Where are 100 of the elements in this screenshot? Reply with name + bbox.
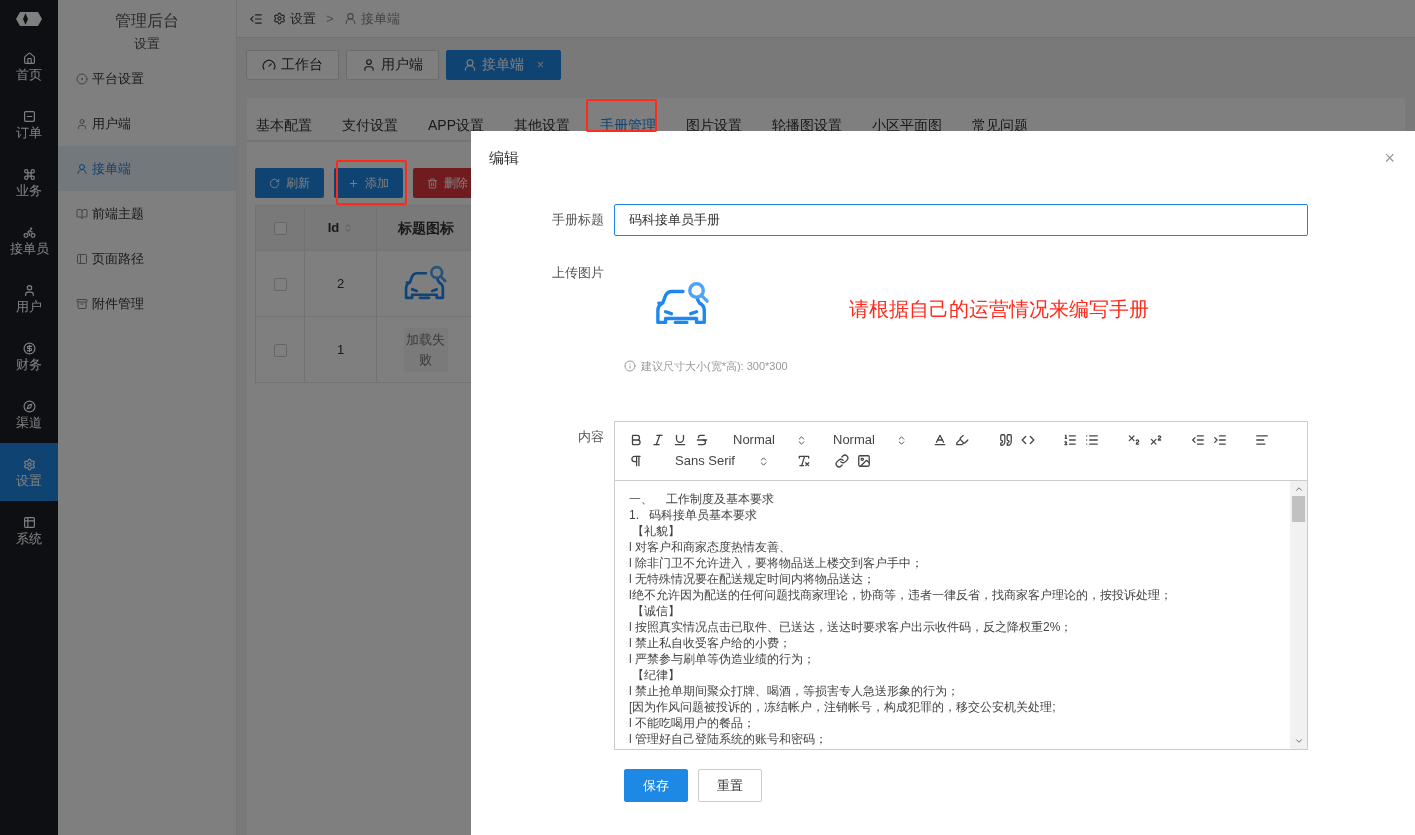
user-icon bbox=[362, 57, 376, 72]
nav-item[interactable]: 系统 bbox=[0, 501, 58, 559]
archive-icon bbox=[76, 297, 88, 310]
settings-icon bbox=[22, 457, 36, 471]
editor-line: l 禁止私自收受客户给的小费； bbox=[629, 635, 792, 651]
editor-line: l 按照真实情况点击已取件、已送达，送达时要求客户出示收件码，反之降权重2%； bbox=[629, 619, 1074, 635]
highlight-frame bbox=[586, 99, 657, 132]
editor-line: 【礼貌】 bbox=[631, 523, 682, 539]
editor-line: l 禁止抢单期间聚众打牌、喝酒，等损害专人急送形象的行为； bbox=[629, 683, 960, 699]
column-header[interactable]: Id bbox=[327, 218, 340, 238]
editor-line: l绝不允许因为配送的任何问题找商家理论，协商等，违者一律反省，找商家客户理论的，按投诉处理； bbox=[629, 587, 1173, 603]
field-label: 手册标题 bbox=[551, 211, 605, 230]
gauge-icon bbox=[262, 57, 276, 72]
sidebar-item[interactable]: 附件管理 bbox=[58, 281, 236, 327]
hint-text: 建议尺寸大小(宽*高): 300*300 bbox=[641, 358, 788, 374]
editor-line: l 不能吃喝用户的餐品； bbox=[629, 715, 756, 731]
refresh-icon bbox=[269, 177, 280, 189]
info-icon bbox=[624, 359, 636, 372]
page-tab[interactable]: 接单端 × bbox=[446, 49, 561, 80]
title-field[interactable]: 码科接单员手册 bbox=[614, 204, 1308, 236]
table-cell: 1 bbox=[304, 316, 377, 383]
scroll-down-icon[interactable] bbox=[1293, 736, 1304, 746]
sidebar-item[interactable]: 页面路径 bbox=[58, 236, 236, 282]
target-icon bbox=[76, 72, 88, 85]
nav-item[interactable]: 首页 bbox=[0, 37, 58, 95]
field-label: 内容 bbox=[577, 428, 605, 446]
breadcrumb-separator: > bbox=[326, 9, 334, 28]
nav-item[interactable]: 业务 bbox=[0, 153, 58, 211]
scroll-up-icon[interactable] bbox=[1293, 484, 1304, 494]
sidebar-item[interactable]: 前端主题 bbox=[58, 191, 236, 237]
note-text: 请根据自己的运营情况来编写手册 bbox=[849, 296, 1149, 322]
sidebar-item[interactable]: 平台设置 bbox=[58, 56, 236, 102]
checkbox[interactable] bbox=[273, 343, 287, 357]
refresh-button[interactable]: 刷新 bbox=[255, 168, 324, 198]
breadcrumb-item: 接单端 bbox=[360, 9, 400, 28]
editor-line: l 严禁参与刷单等伪造业绩的行为； bbox=[629, 651, 816, 667]
scrollbar-thumb[interactable] bbox=[1292, 496, 1305, 522]
user-icon bbox=[463, 57, 477, 72]
nav-item[interactable]: 用户 bbox=[0, 269, 58, 327]
sidebar-item[interactable]: 接单端 bbox=[58, 146, 236, 192]
settings-tab[interactable]: 支付设置 bbox=[333, 110, 407, 140]
dialog-title: 编辑 bbox=[489, 147, 519, 168]
editor-line: l 除非门卫不允许进入，要将物品送上楼交到客户手中； bbox=[629, 555, 924, 571]
editor-line: 【纪律】 bbox=[631, 667, 682, 683]
sidebar-title: 管理后台 bbox=[114, 11, 180, 31]
editor-line: 一、 工作制度及基本要求 bbox=[629, 491, 776, 507]
nav-item[interactable]: 订单 bbox=[0, 95, 58, 153]
editor-line: l 对客户和商家态度热情友善、 bbox=[629, 539, 792, 555]
book-icon bbox=[76, 207, 88, 220]
settings-icon bbox=[273, 12, 286, 25]
sidebar-subtitle: 设置 bbox=[133, 36, 161, 53]
format-picker[interactable]: Normal bbox=[725, 430, 815, 450]
editor-line: l 无特殊情况要在配送规定时间内将物品送达； bbox=[629, 571, 876, 587]
trash-icon bbox=[427, 177, 438, 189]
field-label: 上传图片 bbox=[551, 264, 605, 282]
updown-icon bbox=[796, 434, 807, 446]
nav-item[interactable]: 设置 bbox=[0, 443, 58, 501]
checkbox[interactable] bbox=[273, 222, 287, 236]
nav-item[interactable]: 渠道 bbox=[0, 385, 58, 443]
editor-line: [因为作风问题被投诉的，冻结帐户，注销帐号，构成犯罪的，移交公安机关处理; bbox=[629, 699, 1057, 715]
load-failed-text: 加载失败 bbox=[405, 330, 446, 369]
highlight-frame bbox=[336, 160, 407, 205]
settings-tab[interactable]: APP设置 bbox=[419, 110, 493, 140]
reset-button[interactable]: 重置 bbox=[698, 769, 762, 802]
user-icon bbox=[76, 117, 88, 130]
save-button[interactable]: 保存 bbox=[624, 769, 688, 802]
plus-icon bbox=[348, 177, 359, 189]
command-icon bbox=[22, 167, 36, 181]
compass-icon bbox=[22, 399, 36, 413]
format-picker[interactable]: Normal bbox=[825, 430, 915, 450]
settings-tab[interactable]: 基本配置 bbox=[247, 110, 321, 140]
scrollbar[interactable] bbox=[1290, 481, 1307, 749]
nav-item[interactable]: 财务 bbox=[0, 327, 58, 385]
page-tab[interactable]: 用户端 bbox=[346, 49, 439, 80]
format-picker[interactable]: Sans Serif bbox=[667, 451, 777, 471]
user-icon bbox=[76, 162, 88, 175]
settings-tab[interactable]: 图片设置 bbox=[677, 110, 751, 140]
updown-icon bbox=[896, 434, 907, 446]
checkbox[interactable] bbox=[273, 277, 287, 291]
editor-line: l 管理好自己登陆系统的账号和密码； bbox=[629, 731, 828, 747]
updown-icon bbox=[758, 455, 769, 467]
document-icon bbox=[22, 109, 36, 123]
bike-icon bbox=[22, 225, 36, 239]
sidebar-item[interactable]: 用户端 bbox=[58, 101, 236, 147]
page-tab[interactable]: 工作台 bbox=[246, 49, 339, 80]
editor-line: 【诚信】 bbox=[631, 603, 682, 619]
close-button[interactable]: × bbox=[1384, 149, 1395, 167]
user-icon bbox=[343, 12, 357, 25]
collapse-icon[interactable] bbox=[249, 11, 263, 26]
nav-item[interactable]: 接单员 bbox=[0, 211, 58, 269]
settings-tab[interactable]: 轮播图设置 bbox=[763, 110, 851, 140]
breadcrumb-item[interactable]: 设置 bbox=[290, 8, 316, 29]
home-icon bbox=[22, 51, 36, 65]
table-cell: 2 bbox=[304, 250, 377, 317]
coin-icon bbox=[22, 341, 36, 355]
editor-line: 1. 码科接单员基本要求 bbox=[629, 507, 758, 523]
add-button[interactable]: 添加 bbox=[334, 168, 403, 198]
table-icon bbox=[22, 515, 36, 529]
user-icon bbox=[22, 283, 36, 297]
panel-icon bbox=[76, 252, 88, 265]
